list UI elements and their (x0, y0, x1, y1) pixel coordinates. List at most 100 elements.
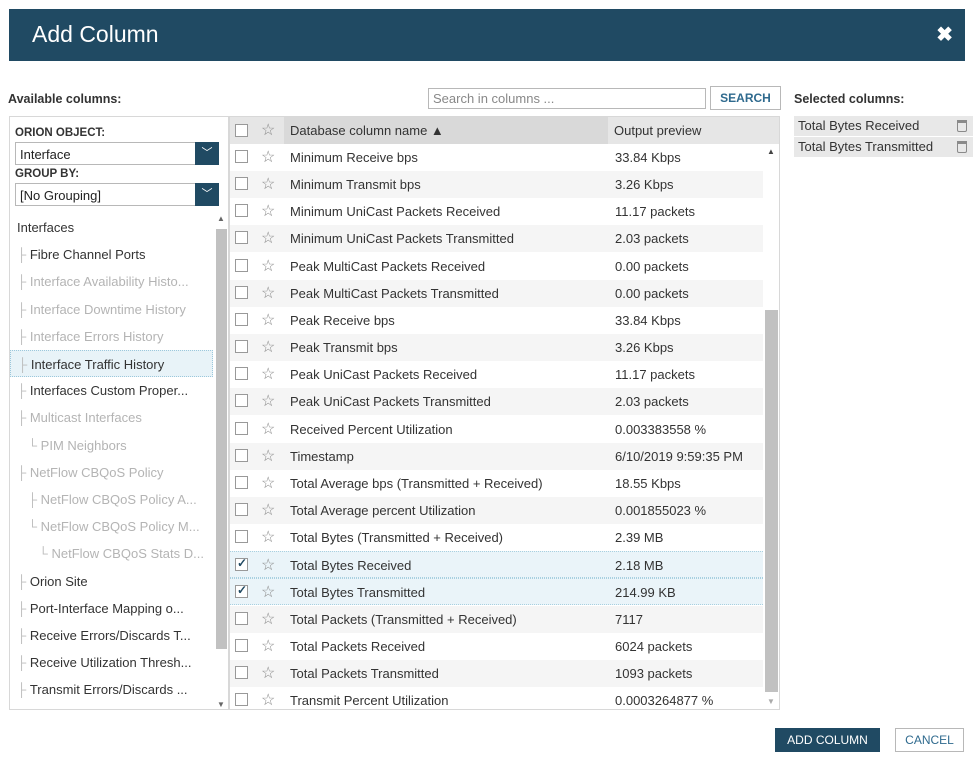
star-icon[interactable]: ☆ (261, 446, 275, 466)
chevron-down-icon[interactable]: ﹀ (195, 142, 219, 165)
search-input[interactable] (428, 88, 706, 109)
table-row[interactable]: ☆ Minimum UniCast Packets Transmitted 2.03… (230, 225, 763, 253)
column-header-name[interactable]: Database column name ▲ (284, 117, 608, 144)
row-checkbox[interactable] (235, 312, 248, 326)
table-row[interactable]: ☆ Total Packets (Transmitted + Received) 7… (230, 605, 763, 633)
tree-item[interactable]: ├ Multicast Interfaces (10, 404, 213, 431)
row-checkbox[interactable] (235, 611, 248, 625)
tree-scroll-thumb[interactable] (216, 229, 227, 649)
scroll-down-icon[interactable]: ▼ (217, 700, 225, 709)
tree-item[interactable]: └ PIM Neighbors (10, 432, 213, 459)
group-by-select[interactable]: [No Grouping] ﹀ (15, 183, 219, 206)
table-scroll-thumb[interactable] (765, 310, 778, 692)
row-checkbox[interactable] (235, 502, 248, 516)
star-icon[interactable]: ☆ (261, 527, 275, 547)
tree-item[interactable]: ├ Interface Downtime History (10, 296, 213, 323)
add-column-button[interactable]: ADD COLUMN (775, 728, 880, 752)
row-checkbox[interactable] (235, 204, 248, 218)
tree-item[interactable]: └ NetFlow CBQoS Stats D... (10, 540, 213, 567)
table-row[interactable]: ☆ Total Average percent Utilization 0.0018… (230, 496, 763, 524)
trash-icon[interactable] (957, 120, 967, 132)
tree-item[interactable]: ├ NetFlow CBQoS Policy A... (10, 486, 213, 513)
star-icon[interactable]: ☆ (261, 609, 275, 629)
tree-item[interactable]: ├ Interface Errors History (10, 323, 213, 350)
table-row[interactable]: ☆ Total Packets Received 6024 packets (230, 633, 763, 660)
close-icon[interactable]: ✖ (936, 22, 953, 47)
tree-item[interactable]: ├ Interface Availability Histo... (10, 268, 213, 295)
star-icon[interactable]: ☆ (261, 690, 275, 709)
row-checkbox[interactable] (235, 285, 248, 299)
star-icon[interactable]: ☆ (261, 663, 275, 683)
table-row[interactable]: ☆ Minimum UniCast Packets Received 11.17 p… (230, 198, 763, 225)
tree-item[interactable]: ├ Receive Errors/Discards T... (10, 622, 213, 649)
row-checkbox[interactable] (235, 638, 248, 652)
star-icon[interactable]: ☆ (261, 337, 275, 357)
table-row[interactable]: ☆ Minimum Transmit bps 3.26 Kbps (230, 171, 763, 199)
row-checkbox[interactable] (235, 150, 248, 163)
row-checkbox[interactable] (235, 421, 248, 435)
tree-scrollbar[interactable]: ▲ ▼ (215, 214, 228, 709)
trash-icon[interactable] (957, 141, 967, 153)
tree-item[interactable]: └ NetFlow CBQoS Policy M... (10, 513, 213, 540)
row-checkbox[interactable] (235, 693, 248, 706)
star-icon[interactable]: ☆ (261, 391, 275, 411)
table-row[interactable]: ☆ Total Bytes Transmitted 214.99 KB (230, 578, 763, 606)
tree-item[interactable]: ├ Interfaces Custom Proper... (10, 377, 213, 404)
tree-item[interactable]: ├ Transmit Errors/Discards ... (10, 676, 213, 703)
row-checkbox[interactable] (235, 367, 248, 381)
row-checkbox[interactable] (235, 258, 248, 272)
tree-item[interactable]: Interfaces (10, 214, 213, 241)
scroll-up-icon[interactable]: ▲ (767, 147, 775, 156)
star-icon[interactable]: ☆ (261, 147, 275, 167)
star-icon[interactable]: ☆ (261, 419, 275, 439)
tree-item[interactable]: ├ Orion Site (10, 568, 213, 595)
tree-item[interactable]: ├ Receive Utilization Thresh... (10, 649, 213, 676)
star-icon[interactable]: ☆ (261, 120, 275, 140)
star-icon[interactable]: ☆ (261, 364, 275, 384)
row-checkbox[interactable] (235, 556, 248, 572)
row-checkbox[interactable] (235, 448, 248, 462)
scroll-down-icon[interactable]: ▼ (767, 697, 775, 706)
star-icon[interactable]: ☆ (261, 310, 275, 330)
tree-item[interactable]: ├ NetFlow CBQoS Policy (10, 459, 213, 486)
star-icon[interactable]: ☆ (261, 283, 275, 303)
row-checkbox[interactable] (235, 475, 248, 489)
tree-item[interactable]: ├ Interface Traffic History (10, 350, 213, 377)
table-row[interactable]: ☆ Minimum Receive bps 33.84 Kbps (230, 144, 763, 171)
row-checkbox[interactable] (235, 530, 248, 544)
star-icon[interactable]: ☆ (261, 582, 275, 602)
table-scrollbar[interactable]: ▲ ▼ (763, 144, 779, 709)
chevron-down-icon[interactable]: ﹀ (195, 183, 219, 206)
table-row[interactable]: ☆ Peak MultiCast Packets Transmitted 0.00 … (230, 279, 763, 307)
row-checkbox[interactable] (235, 394, 248, 408)
selected-column-item[interactable]: Total Bytes Received (794, 116, 973, 136)
star-icon[interactable]: ☆ (261, 256, 275, 276)
table-row[interactable]: ☆ Total Bytes (Transmitted + Received) 2.3… (230, 524, 763, 551)
table-row[interactable]: ☆ Peak UniCast Packets Received 11.17 pack… (230, 361, 763, 388)
table-row[interactable]: ☆ Peak Transmit bps 3.26 Kbps (230, 334, 763, 362)
star-icon[interactable]: ☆ (261, 500, 275, 520)
select-all-checkbox[interactable] (235, 124, 248, 137)
cancel-button[interactable]: CANCEL (895, 728, 964, 752)
star-icon[interactable]: ☆ (261, 636, 275, 656)
table-row[interactable]: ☆ Transmit Percent Utilization 0.000326487… (230, 687, 763, 709)
star-icon[interactable]: ☆ (261, 555, 275, 575)
table-row[interactable]: ☆ Total Bytes Received 2.18 MB (230, 551, 763, 579)
star-icon[interactable]: ☆ (261, 201, 275, 221)
row-checkbox[interactable] (235, 340, 248, 354)
tree-item[interactable]: ├ Port-Interface Mapping o... (10, 595, 213, 622)
star-icon[interactable]: ☆ (261, 174, 275, 194)
tree-item[interactable]: ├ Fibre Channel Ports (10, 241, 213, 268)
search-button[interactable]: SEARCH (710, 86, 781, 110)
table-row[interactable]: ☆ Total Packets Transmitted 1093 packets (230, 659, 763, 687)
table-row[interactable]: ☆ Peak Receive bps 33.84 Kbps (230, 307, 763, 334)
row-checkbox[interactable] (235, 665, 248, 679)
row-checkbox[interactable] (235, 231, 248, 245)
table-row[interactable]: ☆ Peak UniCast Packets Transmitted 2.03 pa… (230, 388, 763, 416)
table-row[interactable]: ☆ Received Percent Utilization 0.003383558… (230, 416, 763, 443)
table-row[interactable]: ☆ Total Average bps (Transmitted + Receiv… (230, 470, 763, 497)
star-icon[interactable]: ☆ (261, 228, 275, 248)
scroll-up-icon[interactable]: ▲ (217, 214, 225, 223)
table-row[interactable]: ☆ Timestamp 6/10/2019 9:59:35 PM (230, 442, 763, 470)
selected-column-item[interactable]: Total Bytes Transmitted (794, 137, 973, 157)
